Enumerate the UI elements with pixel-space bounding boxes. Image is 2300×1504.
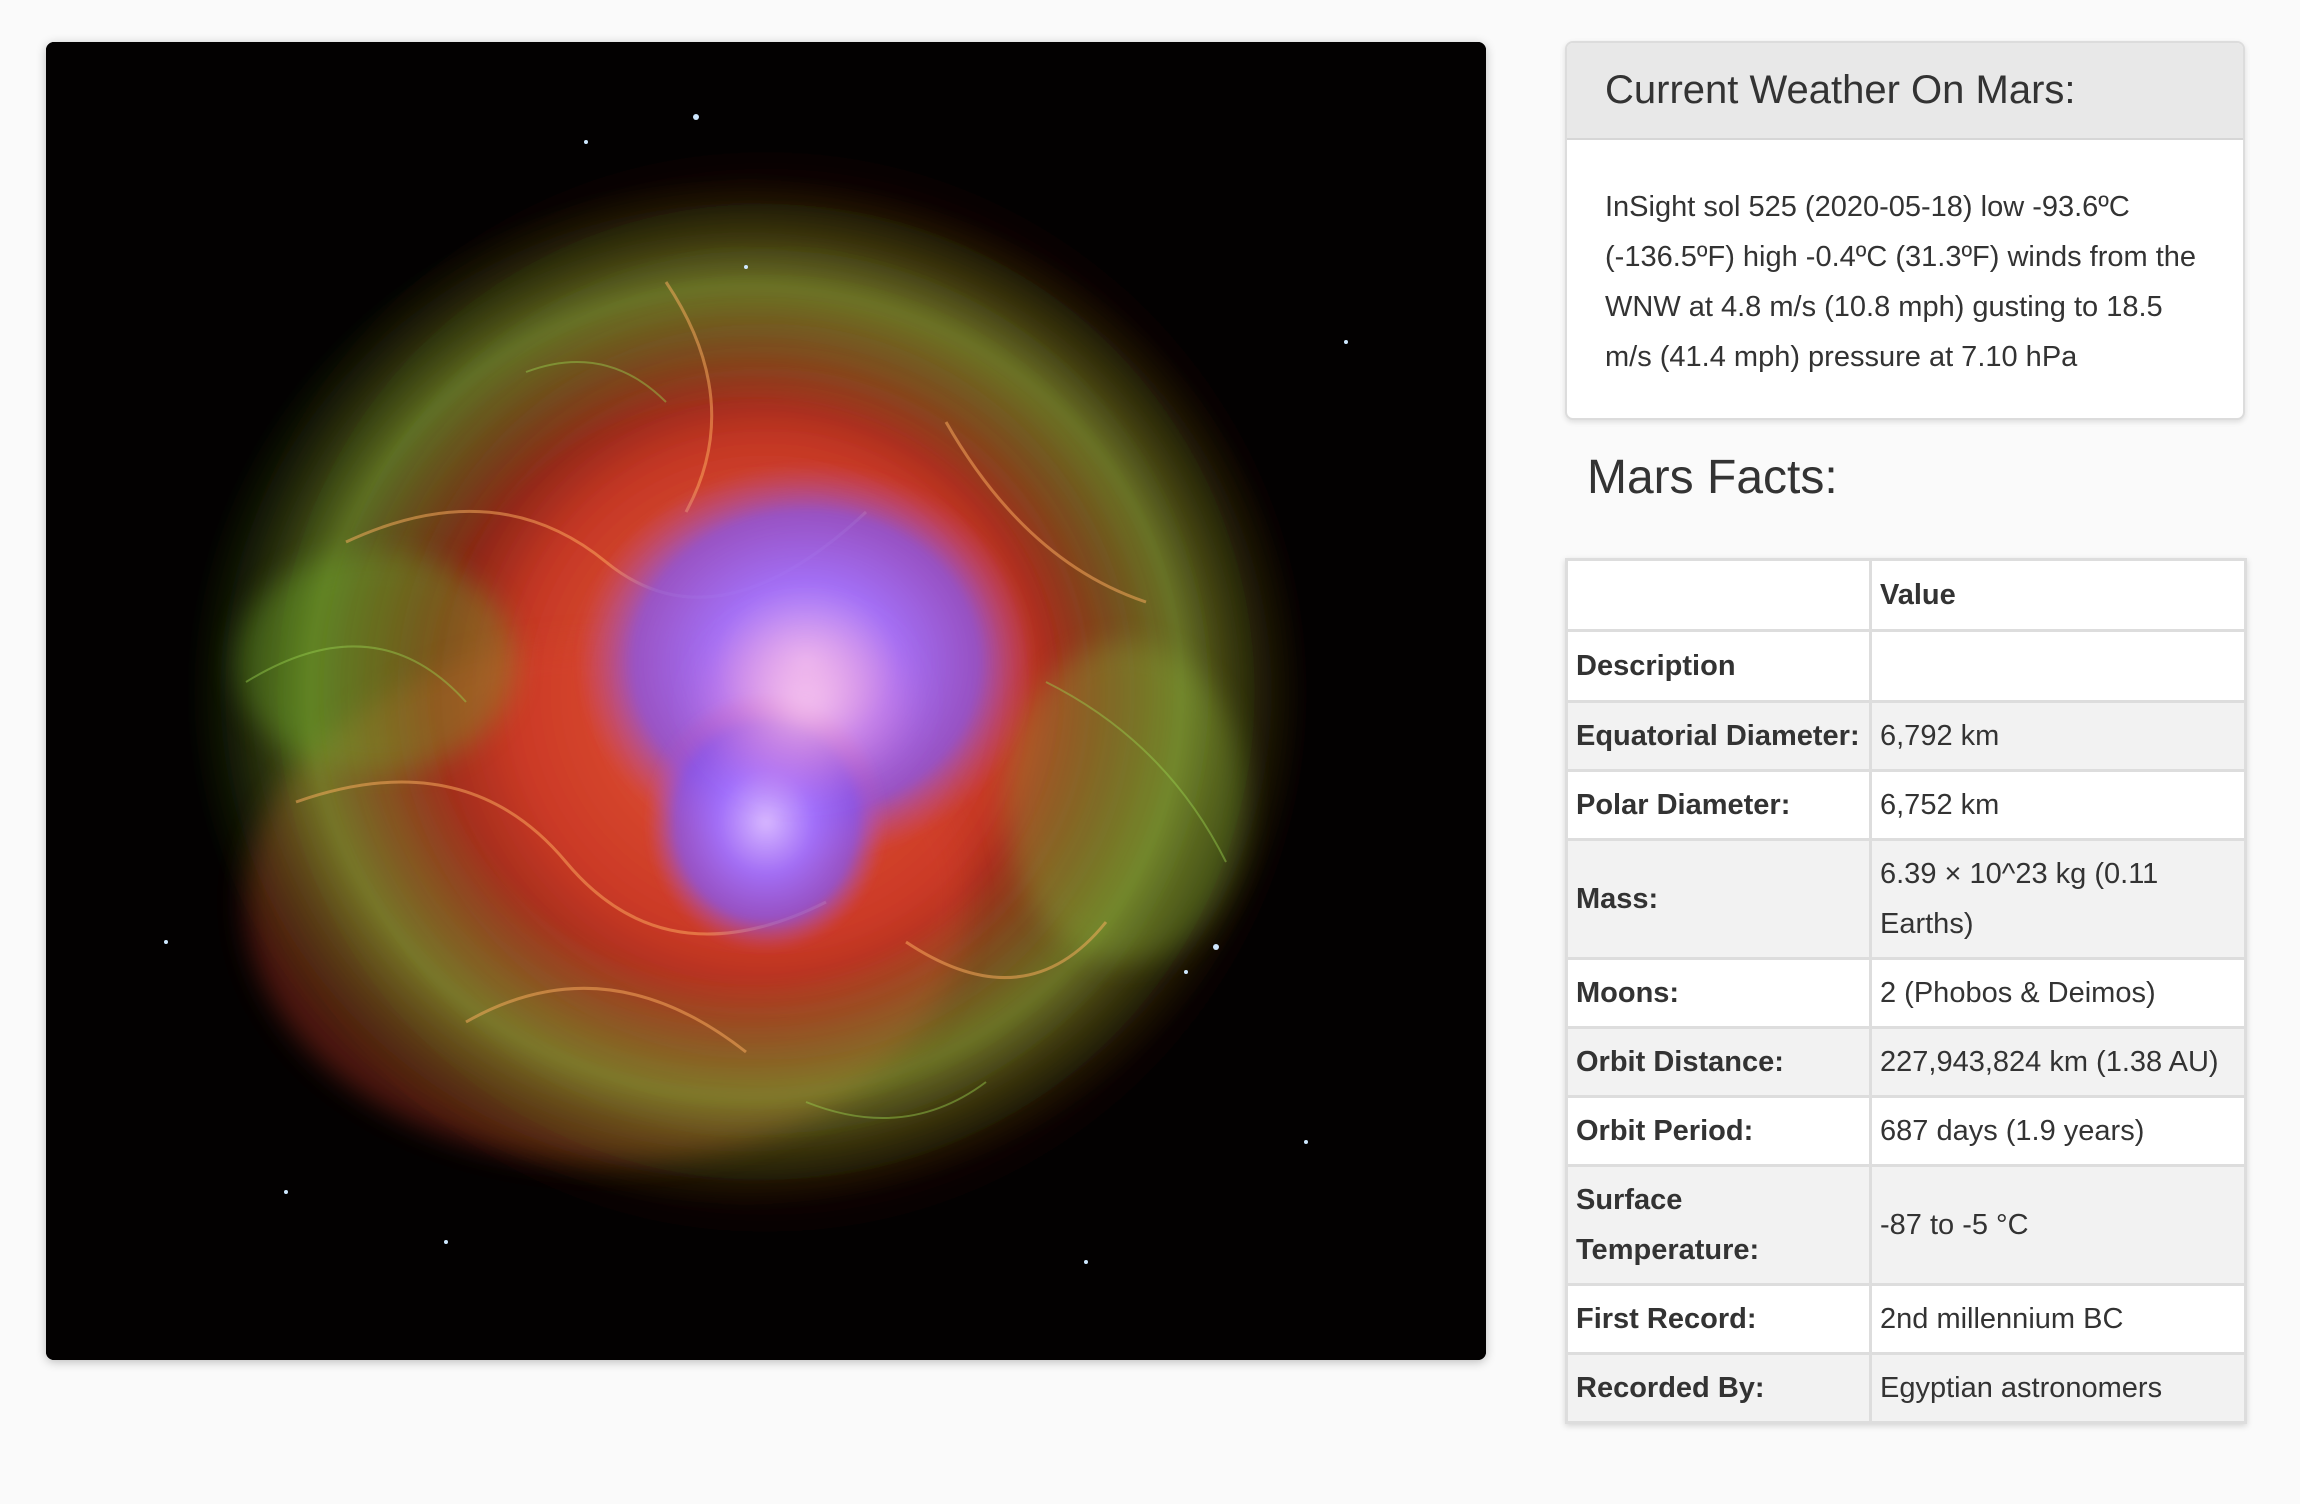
table-row: Surface Temperature: -87 to -5 °C [1565,1164,2247,1286]
table-row: Moons: 2 (Phobos & Deimos) [1565,957,2247,1029]
table-row: Recorded By: Egyptian astronomers [1565,1352,2247,1424]
fact-label: Orbit Distance: [1565,1026,1872,1098]
fact-value: 6.39 × 10^23 kg (0.11 Earths) [1869,838,2247,960]
fact-value: 227,943,824 km (1.38 AU) [1869,1026,2247,1098]
table-row: Orbit Period: 687 days (1.9 years) [1565,1095,2247,1167]
page: Current Weather On Mars: InSight sol 525… [0,0,2300,1504]
fact-value: 2nd millennium BC [1869,1283,2247,1355]
fact-label: Polar Diameter: [1565,769,1872,841]
table-row: Polar Diameter: 6,752 km [1565,769,2247,841]
facts-table: Value Description Equatorial Diameter: 6… [1565,558,2247,1424]
fact-label: First Record: [1565,1283,1872,1355]
featured-image[interactable] [46,42,1486,1360]
fact-label: Equatorial Diameter: [1565,700,1872,772]
table-row: First Record: 2nd millennium BC [1565,1283,2247,1355]
table-row: Description [1565,629,2247,703]
fact-label: Description [1565,629,1872,703]
fact-label: Surface Temperature: [1565,1164,1872,1286]
fact-value: Egyptian astronomers [1869,1352,2247,1424]
fact-value: 6,792 km [1869,700,2247,772]
table-row: Mass: 6.39 × 10^23 kg (0.11 Earths) [1565,838,2247,960]
fact-value: 6,752 km [1869,769,2247,841]
fact-value: 2 (Phobos & Deimos) [1869,957,2247,1029]
fact-value [1869,629,2247,703]
column-header-label [1565,558,1872,632]
fact-label: Mass: [1565,838,1872,960]
weather-heading: Current Weather On Mars: [1567,43,2243,140]
fact-label: Orbit Period: [1565,1095,1872,1167]
table-header-row: Value [1565,558,2247,632]
fact-value: 687 days (1.9 years) [1869,1095,2247,1167]
table-row: Equatorial Diameter: 6,792 km [1565,700,2247,772]
fact-label: Moons: [1565,957,1872,1029]
table-row: Orbit Distance: 227,943,824 km (1.38 AU) [1565,1026,2247,1098]
weather-panel: Current Weather On Mars: InSight sol 525… [1565,41,2245,420]
fact-label: Recorded By: [1565,1352,1872,1424]
fact-value: -87 to -5 °C [1869,1164,2247,1286]
weather-report: InSight sol 525 (2020-05-18) low -93.6ºC… [1605,191,2197,373]
nebula-picture [46,42,1486,1360]
facts-title: Mars Facts: [1587,451,1838,504]
column-header-value: Value [1869,558,2247,632]
